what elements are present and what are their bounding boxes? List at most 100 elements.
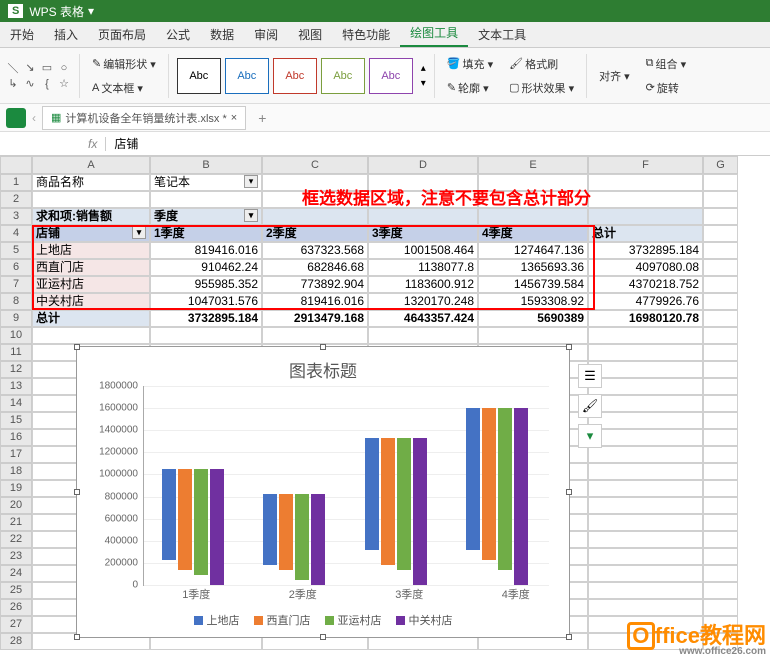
chart-bar[interactable] xyxy=(311,494,325,585)
cell[interactable] xyxy=(588,514,703,531)
col-header-e[interactable]: E xyxy=(478,156,588,174)
cell[interactable]: 1138077.8 xyxy=(368,259,478,276)
cell[interactable] xyxy=(703,259,738,276)
cell[interactable] xyxy=(703,599,738,616)
col-header-a[interactable]: A xyxy=(32,156,150,174)
cell[interactable]: 819416.016 xyxy=(150,242,262,259)
cell[interactable]: 773892.904 xyxy=(262,276,368,293)
chart-bar[interactable] xyxy=(162,469,176,560)
row-header[interactable]: 1 xyxy=(0,174,32,191)
cell[interactable] xyxy=(588,463,703,480)
chart-bar[interactable] xyxy=(514,408,528,585)
cell[interactable]: 1001508.464 xyxy=(368,242,478,259)
chart-bar[interactable] xyxy=(279,494,293,570)
cell[interactable] xyxy=(588,327,703,344)
filter-dropdown-icon[interactable]: ▾ xyxy=(244,209,258,222)
cell[interactable]: 亚运村店 xyxy=(32,276,150,293)
cell[interactable]: 637323.568 xyxy=(262,242,368,259)
cell[interactable]: 求和项:销售额 xyxy=(32,208,150,225)
edit-shape-button[interactable]: ✎编辑形状 ▾ xyxy=(88,54,160,74)
oval-icon[interactable]: ○ xyxy=(57,61,71,75)
cell[interactable]: 1320170.248 xyxy=(368,293,478,310)
cell[interactable] xyxy=(703,514,738,531)
cell[interactable] xyxy=(588,174,703,191)
close-tab-icon[interactable]: × xyxy=(231,112,237,124)
star-icon[interactable]: ☆ xyxy=(57,77,71,91)
row-header[interactable]: 12 xyxy=(0,361,32,378)
cell[interactable] xyxy=(368,208,478,225)
cell[interactable] xyxy=(703,293,738,310)
cell[interactable] xyxy=(262,327,368,344)
row-header[interactable]: 14 xyxy=(0,395,32,412)
cell[interactable] xyxy=(588,429,703,446)
chart-bar[interactable] xyxy=(263,494,277,565)
row-header[interactable]: 6 xyxy=(0,259,32,276)
menu-tab-9[interactable]: 文本工具 xyxy=(468,22,536,47)
menu-tab-1[interactable]: 插入 xyxy=(44,22,88,47)
row-header[interactable]: 17 xyxy=(0,446,32,463)
text-box-button[interactable]: A文本框 ▾ xyxy=(88,78,160,98)
legend-item[interactable]: 亚运村店 xyxy=(325,612,382,628)
chart-bar[interactable] xyxy=(210,469,224,585)
cell[interactable] xyxy=(703,429,738,446)
select-all-corner[interactable] xyxy=(0,156,32,174)
chart-bar[interactable] xyxy=(466,408,480,550)
cell[interactable] xyxy=(703,225,738,242)
row-header[interactable]: 21 xyxy=(0,514,32,531)
row-header[interactable]: 20 xyxy=(0,497,32,514)
cell[interactable]: 3732895.184 xyxy=(150,310,262,327)
cell[interactable]: 4季度 xyxy=(478,225,588,242)
legend-item[interactable]: 中关村店 xyxy=(396,612,453,628)
cell[interactable]: 1183600.912 xyxy=(368,276,478,293)
cell[interactable] xyxy=(588,344,703,361)
row-header[interactable]: 25 xyxy=(0,582,32,599)
col-header-d[interactable]: D xyxy=(368,156,478,174)
cell[interactable] xyxy=(703,174,738,191)
cell[interactable] xyxy=(32,191,150,208)
row-header[interactable]: 15 xyxy=(0,412,32,429)
cell[interactable] xyxy=(588,446,703,463)
cell[interactable] xyxy=(588,378,703,395)
row-header[interactable]: 22 xyxy=(0,531,32,548)
chart-bar[interactable] xyxy=(413,438,427,585)
cell[interactable]: 西直门店 xyxy=(32,259,150,276)
chart-bar[interactable] xyxy=(397,438,411,570)
cell[interactable] xyxy=(478,208,588,225)
chart-plot-area[interactable]: 0200000400000600000800000100000012000001… xyxy=(143,386,549,586)
shape-selector[interactable]: ＼↘▭○ ↳∿{☆ xyxy=(6,61,71,91)
cell[interactable]: 4370218.752 xyxy=(588,276,703,293)
cell[interactable]: 1274647.136 xyxy=(478,242,588,259)
rect-icon[interactable]: ▭ xyxy=(40,61,54,75)
cell[interactable]: 5690389 xyxy=(478,310,588,327)
style-preset-5[interactable]: Abc xyxy=(369,58,413,94)
cell[interactable] xyxy=(703,565,738,582)
cell[interactable]: 1456739.584 xyxy=(478,276,588,293)
col-header-b[interactable]: B xyxy=(150,156,262,174)
app-menu-dropdown[interactable]: ▾ xyxy=(88,4,94,18)
chart-legend[interactable]: 上地店西直门店亚运村店中关村店 xyxy=(77,604,569,636)
row-header[interactable]: 3 xyxy=(0,208,32,225)
cell[interactable] xyxy=(703,463,738,480)
row-header[interactable]: 24 xyxy=(0,565,32,582)
menu-tab-3[interactable]: 公式 xyxy=(156,22,200,47)
cell[interactable] xyxy=(588,208,703,225)
cell[interactable] xyxy=(703,344,738,361)
cell[interactable] xyxy=(150,191,262,208)
row-header[interactable]: 19 xyxy=(0,480,32,497)
cell[interactable]: 4097080.08 xyxy=(588,259,703,276)
cell[interactable]: 上地店 xyxy=(32,242,150,259)
cell[interactable]: 总计 xyxy=(32,310,150,327)
cell[interactable]: 2913479.168 xyxy=(262,310,368,327)
legend-item[interactable]: 上地店 xyxy=(194,612,240,628)
arrow-icon[interactable]: ↘ xyxy=(23,61,37,75)
cell[interactable] xyxy=(478,327,588,344)
row-header[interactable]: 4 xyxy=(0,225,32,242)
outline-button[interactable]: ✎轮廓 ▾ xyxy=(443,78,497,98)
col-header-g[interactable]: G xyxy=(703,156,738,174)
cell[interactable] xyxy=(150,327,262,344)
gallery-down-icon[interactable]: ▾ xyxy=(421,78,426,89)
row-header[interactable]: 5 xyxy=(0,242,32,259)
menu-tab-4[interactable]: 数据 xyxy=(200,22,244,47)
cell[interactable] xyxy=(703,310,738,327)
menu-tab-5[interactable]: 审阅 xyxy=(244,22,288,47)
